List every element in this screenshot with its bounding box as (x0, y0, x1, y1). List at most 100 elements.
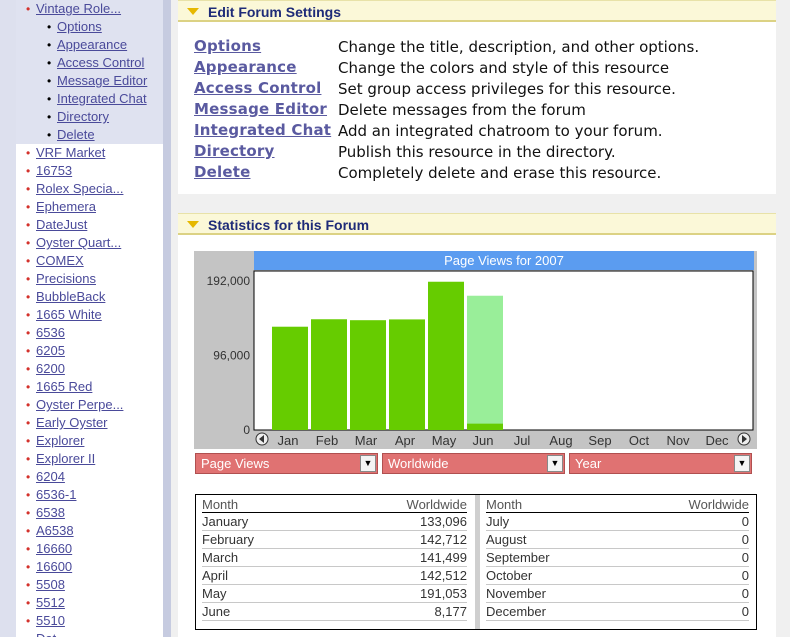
sidebar-forum-item[interactable]: • A6538 (26, 522, 74, 540)
sidebar-forum-item[interactable]: • Rolex Specia... (26, 180, 123, 198)
collapse-triangle-icon[interactable] (187, 221, 199, 228)
sidebar-forum-item-link[interactable]: Ephemera (36, 199, 96, 214)
sidebar-forum-item[interactable]: • Explorer (26, 432, 84, 450)
table-row: November 0 (486, 585, 749, 603)
region-select[interactable]: Worldwide ▼ (382, 453, 565, 474)
sidebar-forum-item-link[interactable]: 16600 (36, 559, 72, 574)
sidebar-forum-item-link[interactable]: 1665 Red (36, 379, 92, 394)
table-row: May 191,053 (202, 585, 467, 603)
sidebar-forum-item[interactable]: • 16753 (26, 162, 72, 180)
sidebar-forum-item[interactable]: • 6200 (26, 360, 65, 378)
sidebar-forum-item[interactable]: • BubbleBack (26, 288, 105, 306)
sidebar-forum-item[interactable]: • 6536 (26, 324, 65, 342)
sidebar-forum-item-link[interactable]: 6536-1 (36, 487, 76, 502)
sidebar-forum-item[interactable]: • Dat... (26, 630, 67, 637)
sidebar-forum-current-link[interactable]: Vintage Role... (36, 1, 121, 16)
sidebar-forum-item-link[interactable]: 6200 (36, 361, 65, 376)
sidebar-subitem-access-control-link[interactable]: Access Control (57, 55, 144, 70)
sidebar-forum-item[interactable]: • Early Oyster (26, 414, 108, 432)
table-row: August 0 (486, 531, 749, 549)
sidebar-forum-item-link[interactable]: 5510 (36, 613, 65, 628)
sidebar-forum-item-link[interactable]: 6205 (36, 343, 65, 358)
sidebar-forum-item[interactable]: • Oyster Quart... (26, 234, 121, 252)
sidebar-forum-item-link[interactable]: BubbleBack (36, 289, 105, 304)
sidebar-forum-item[interactable]: • 6536-1 (26, 486, 76, 504)
sidebar-subitem-delete[interactable]: • Delete (47, 126, 95, 144)
table-row: March 141,499 (202, 549, 467, 567)
sidebar-subitem-delete-link[interactable]: Delete (57, 127, 95, 142)
sidebar-forum-item[interactable]: • 16660 (26, 540, 72, 558)
sidebar-forum-item[interactable]: • VRF Market (26, 144, 105, 162)
sidebar-forum-item-link[interactable]: 6538 (36, 505, 65, 520)
region-select-value: Worldwide (388, 456, 449, 471)
sidebar-subitem-access-control[interactable]: • Access Control (47, 54, 144, 72)
option-link-access-control[interactable]: Access Control (194, 79, 321, 97)
bullet-icon: • (26, 290, 31, 304)
sidebar-forum-item-link[interactable]: Explorer II (36, 451, 95, 466)
sidebar-forum-item-link[interactable]: VRF Market (36, 145, 105, 160)
sidebar-forum-item-link[interactable]: 5508 (36, 577, 65, 592)
chevron-down-icon[interactable]: ▼ (734, 455, 750, 472)
sidebar-forum-item[interactable]: • Precisions (26, 270, 96, 288)
sidebar-forum-item-link[interactable]: Early Oyster (36, 415, 108, 430)
sidebar-forum-item-link[interactable]: Oyster Quart... (36, 235, 121, 250)
sidebar-forum-item-link[interactable]: A6538 (36, 523, 74, 538)
sidebar-forum-item-link[interactable]: Oyster Perpe... (36, 397, 123, 412)
sidebar-subitem-directory[interactable]: • Directory (47, 108, 109, 126)
y-tick-label: 96,000 (213, 349, 250, 363)
sidebar-forum-item[interactable]: • 5508 (26, 576, 65, 594)
option-link-options[interactable]: Options (194, 37, 261, 55)
option-link-directory[interactable]: Directory (194, 142, 275, 160)
sidebar-forum-item[interactable]: • 5512 (26, 594, 65, 612)
sidebar-subitem-options-link[interactable]: Options (57, 19, 102, 34)
sidebar-subitem-directory-link[interactable]: Directory (57, 109, 109, 124)
option-link-delete[interactable]: Delete (194, 163, 250, 181)
sidebar-forum-item[interactable]: • 1665 White (26, 306, 102, 324)
sidebar-forum-item-link[interactable]: COMEX (36, 253, 84, 268)
period-select[interactable]: Year ▼ (569, 453, 752, 474)
sidebar-subitem-appearance[interactable]: • Appearance (47, 36, 127, 54)
table-row: April 142,512 (202, 567, 467, 585)
sidebar-forum-item-link[interactable]: Explorer (36, 433, 84, 448)
sidebar-forum-item-link[interactable]: 5512 (36, 595, 65, 610)
sidebar-forum-item-link[interactable]: 16660 (36, 541, 72, 556)
sidebar-subitem-message-editor[interactable]: • Message Editor (47, 72, 147, 90)
sidebar-forum-item-link[interactable]: Precisions (36, 271, 96, 286)
sidebar-forum-item[interactable]: • 16600 (26, 558, 72, 576)
sidebar-forum-item[interactable]: • DateJust (26, 216, 87, 234)
sidebar-forum-item-link[interactable]: Dat... (36, 631, 67, 637)
option-link-appearance[interactable]: Appearance (194, 58, 297, 76)
sidebar-subitem-message-editor-link[interactable]: Message Editor (57, 73, 147, 88)
sidebar-forum-item[interactable]: • Oyster Perpe... (26, 396, 123, 414)
sidebar-forum-item-link[interactable]: 1665 White (36, 307, 102, 322)
sidebar-forum-item[interactable]: • Ephemera (26, 198, 96, 216)
bar-jun (467, 295, 503, 430)
metric-select[interactable]: Page Views ▼ (195, 453, 378, 474)
option-link-message-editor[interactable]: Message Editor (194, 100, 327, 118)
sidebar-forum-item[interactable]: • Explorer II (26, 450, 95, 468)
forum-statistics-panel: Statistics for this Forum Page Views for… (178, 213, 776, 637)
sidebar-subitem-options[interactable]: • Options (47, 18, 102, 36)
sidebar-forum-item-link[interactable]: 6204 (36, 469, 65, 484)
sidebar-forum-item[interactable]: • 6205 (26, 342, 65, 360)
sidebar-subitem-integrated-chat-link[interactable]: Integrated Chat (57, 91, 147, 106)
sidebar-subitem-integrated-chat[interactable]: • Integrated Chat (47, 90, 147, 108)
row-month: August (486, 532, 527, 547)
sidebar-forum-item[interactable]: • 5510 (26, 612, 65, 630)
sidebar-subitem-appearance-link[interactable]: Appearance (57, 37, 127, 52)
chevron-down-icon[interactable]: ▼ (547, 455, 563, 472)
bullet-icon: • (26, 614, 31, 628)
sidebar-forum-item-link[interactable]: DateJust (36, 217, 87, 232)
sidebar-forum-item[interactable]: • 6204 (26, 468, 65, 486)
sidebar-forum-item[interactable]: • 6538 (26, 504, 65, 522)
sidebar-forum-item-link[interactable]: 6536 (36, 325, 65, 340)
sidebar-forum-item[interactable]: • COMEX (26, 252, 84, 270)
chevron-down-icon[interactable]: ▼ (360, 455, 376, 472)
collapse-triangle-icon[interactable] (187, 8, 199, 15)
sidebar-forum-current[interactable]: • Vintage Role... (26, 0, 121, 18)
option-link-integrated-chat[interactable]: Integrated Chat (194, 121, 331, 139)
sidebar-forum-item[interactable]: • 1665 Red (26, 378, 92, 396)
sidebar-forum-item-link[interactable]: 16753 (36, 163, 72, 178)
bar-jan (272, 326, 308, 430)
sidebar-forum-item-link[interactable]: Rolex Specia... (36, 181, 123, 196)
